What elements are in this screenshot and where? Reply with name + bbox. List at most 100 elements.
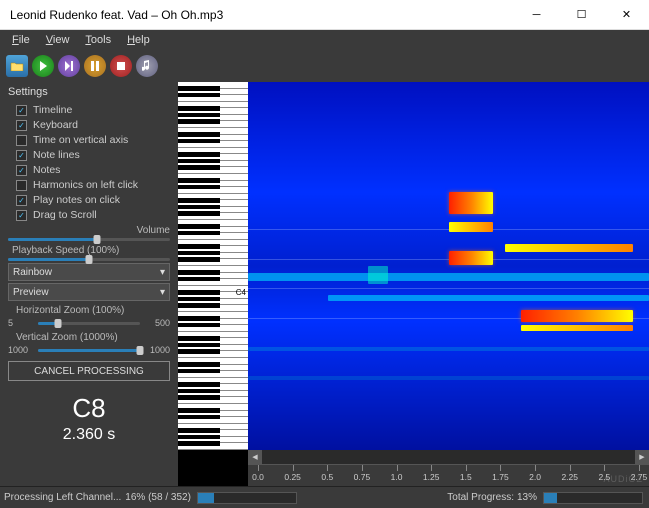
black-key[interactable] bbox=[178, 349, 220, 354]
minimize-button[interactable]: ─ bbox=[514, 0, 559, 30]
black-key[interactable] bbox=[178, 323, 220, 328]
ruler-label: 0.5 bbox=[321, 472, 333, 482]
ruler-label: 0.0 bbox=[252, 472, 264, 482]
open-file-icon[interactable] bbox=[6, 55, 28, 77]
setting-label: Timeline bbox=[33, 104, 72, 116]
setting-harmonics-on-left-click[interactable]: Harmonics on left click bbox=[16, 179, 170, 191]
black-key[interactable] bbox=[178, 224, 220, 229]
black-key[interactable] bbox=[178, 362, 220, 367]
close-button[interactable]: ✕ bbox=[604, 0, 649, 30]
black-key[interactable] bbox=[178, 152, 220, 157]
black-key[interactable] bbox=[178, 231, 220, 236]
setting-keyboard[interactable]: ✓Keyboard bbox=[16, 119, 170, 131]
setting-time-on-vertical-axis[interactable]: Time on vertical axis bbox=[16, 134, 170, 146]
ruler-label: 1.25 bbox=[423, 472, 440, 482]
ruler-label: 1.0 bbox=[391, 472, 403, 482]
black-key[interactable] bbox=[178, 86, 220, 91]
black-key[interactable] bbox=[178, 336, 220, 341]
black-key[interactable] bbox=[178, 343, 220, 348]
statusbar: Processing Left Channel... 16% (58 / 352… bbox=[0, 486, 649, 508]
black-key[interactable] bbox=[178, 113, 220, 118]
black-key[interactable] bbox=[178, 106, 220, 111]
maximize-button[interactable]: ☐ bbox=[559, 0, 604, 30]
black-key[interactable] bbox=[178, 93, 220, 98]
horizontal-scrollbar[interactable]: ◀ ▶ bbox=[248, 450, 649, 464]
preview-dropdown[interactable]: Preview ▾ bbox=[8, 283, 170, 301]
setting-label: Keyboard bbox=[33, 119, 78, 131]
black-key[interactable] bbox=[178, 277, 220, 282]
scroll-left-icon[interactable]: ◀ bbox=[248, 450, 262, 464]
black-key[interactable] bbox=[178, 211, 220, 216]
black-key[interactable] bbox=[178, 428, 220, 433]
black-key[interactable] bbox=[178, 119, 220, 124]
ruler-label: 2.25 bbox=[561, 472, 578, 482]
ruler-label: 0.25 bbox=[284, 472, 301, 482]
vzoom-slider[interactable] bbox=[38, 349, 140, 352]
toolbar bbox=[0, 50, 649, 82]
black-key[interactable] bbox=[178, 435, 220, 440]
vzoom-label: Vertical Zoom (1000%) bbox=[16, 332, 170, 343]
black-key[interactable] bbox=[178, 303, 220, 308]
black-key[interactable] bbox=[178, 244, 220, 249]
setting-drag-to-scroll[interactable]: ✓Drag to Scroll bbox=[16, 209, 170, 221]
ruler-tick bbox=[397, 465, 398, 471]
skip-icon[interactable] bbox=[58, 55, 80, 77]
black-key[interactable] bbox=[178, 185, 220, 190]
ruler-tick bbox=[362, 465, 363, 471]
black-key[interactable] bbox=[178, 159, 220, 164]
black-key[interactable] bbox=[178, 205, 220, 210]
playback-slider[interactable] bbox=[8, 258, 170, 261]
hzoom-max: 500 bbox=[144, 318, 170, 328]
pause-icon[interactable] bbox=[84, 55, 106, 77]
setting-label: Harmonics on left click bbox=[33, 179, 138, 191]
menu-tools[interactable]: Tools bbox=[77, 32, 119, 48]
black-key[interactable] bbox=[178, 290, 220, 295]
spectrogram[interactable] bbox=[248, 82, 649, 450]
vzoom-min: 1000 bbox=[8, 345, 34, 355]
setting-label: Drag to Scroll bbox=[33, 209, 97, 221]
cancel-processing-button[interactable]: CANCEL PROCESSING bbox=[8, 361, 170, 381]
colormap-dropdown[interactable]: Rainbow▾ bbox=[8, 263, 170, 281]
black-key[interactable] bbox=[178, 408, 220, 413]
piano-keyboard[interactable]: C4 bbox=[178, 82, 248, 450]
black-key[interactable] bbox=[178, 316, 220, 321]
note-icon[interactable] bbox=[136, 55, 158, 77]
volume-slider[interactable] bbox=[8, 238, 170, 241]
vzoom-max: 1000 bbox=[144, 345, 170, 355]
checkbox-icon: ✓ bbox=[16, 105, 27, 116]
black-key[interactable] bbox=[178, 139, 220, 144]
black-key[interactable] bbox=[178, 165, 220, 170]
menu-file[interactable]: File bbox=[4, 32, 38, 48]
stop-icon[interactable] bbox=[110, 55, 132, 77]
menu-view[interactable]: View bbox=[38, 32, 78, 48]
black-key[interactable] bbox=[178, 251, 220, 256]
black-key[interactable] bbox=[178, 257, 220, 262]
time-ruler[interactable]: 0.00.250.50.751.01.251.51.752.02.252.52.… bbox=[248, 464, 649, 486]
setting-play-notes-on-click[interactable]: ✓Play notes on click bbox=[16, 194, 170, 206]
ruler-tick bbox=[500, 465, 501, 471]
black-key[interactable] bbox=[178, 198, 220, 203]
scroll-right-icon[interactable]: ▶ bbox=[635, 450, 649, 464]
setting-timeline[interactable]: ✓ Timeline bbox=[16, 104, 170, 116]
checkbox-icon: ✓ bbox=[16, 165, 27, 176]
black-key[interactable] bbox=[178, 297, 220, 302]
black-key[interactable] bbox=[178, 369, 220, 374]
setting-notes[interactable]: ✓Notes bbox=[16, 164, 170, 176]
black-key[interactable] bbox=[178, 389, 220, 394]
black-key[interactable] bbox=[178, 395, 220, 400]
menu-help[interactable]: Help bbox=[119, 32, 158, 48]
preview-value: Preview bbox=[13, 287, 49, 298]
chevron-down-icon: ▾ bbox=[160, 287, 165, 298]
black-key[interactable] bbox=[178, 382, 220, 387]
ruler-tick bbox=[431, 465, 432, 471]
black-key[interactable] bbox=[178, 270, 220, 275]
play-icon[interactable] bbox=[32, 55, 54, 77]
hzoom-slider[interactable] bbox=[38, 322, 140, 325]
setting-label: Note lines bbox=[33, 149, 80, 161]
black-key[interactable] bbox=[178, 441, 220, 446]
black-key[interactable] bbox=[178, 178, 220, 183]
black-key[interactable] bbox=[178, 415, 220, 420]
black-key[interactable] bbox=[178, 132, 220, 137]
left-progress-bar bbox=[197, 492, 297, 504]
setting-note-lines[interactable]: ✓Note lines bbox=[16, 149, 170, 161]
